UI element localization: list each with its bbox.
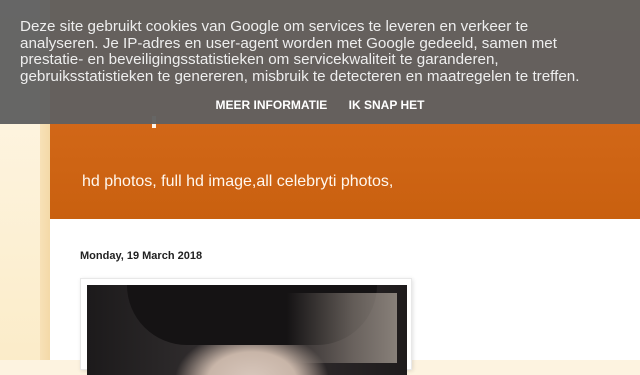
- photo-light-region: [287, 293, 397, 363]
- post-image[interactable]: [87, 285, 407, 375]
- cookie-notice-line: analyseren. Je IP-adres en user-agent wo…: [20, 34, 557, 52]
- cookie-notice-line: prestatie- en beveiligingsstatistieken o…: [20, 51, 499, 69]
- cookie-notice-text: Deze site gebruikt cookies van Google om…: [20, 18, 620, 85]
- more-info-link[interactable]: MEER INFORMATIE: [216, 98, 328, 112]
- post-image-frame: [80, 278, 412, 375]
- cookie-notice-line: gebruiksstatistieken te genereren, misbr…: [20, 67, 580, 85]
- blog-description: hd photos, full hd image,all celebryti p…: [82, 173, 394, 190]
- accept-cookies-button[interactable]: IK SNAP HET: [349, 98, 425, 112]
- post-date: Monday, 19 March 2018: [80, 250, 203, 262]
- cookie-notice-line: Deze site gebruikt cookies van Google om…: [20, 18, 529, 35]
- cookie-notice-actions: MEER INFORMATIE IK SNAP HET: [0, 98, 640, 112]
- cookie-notice-bar: Deze site gebruikt cookies van Google om…: [0, 0, 640, 124]
